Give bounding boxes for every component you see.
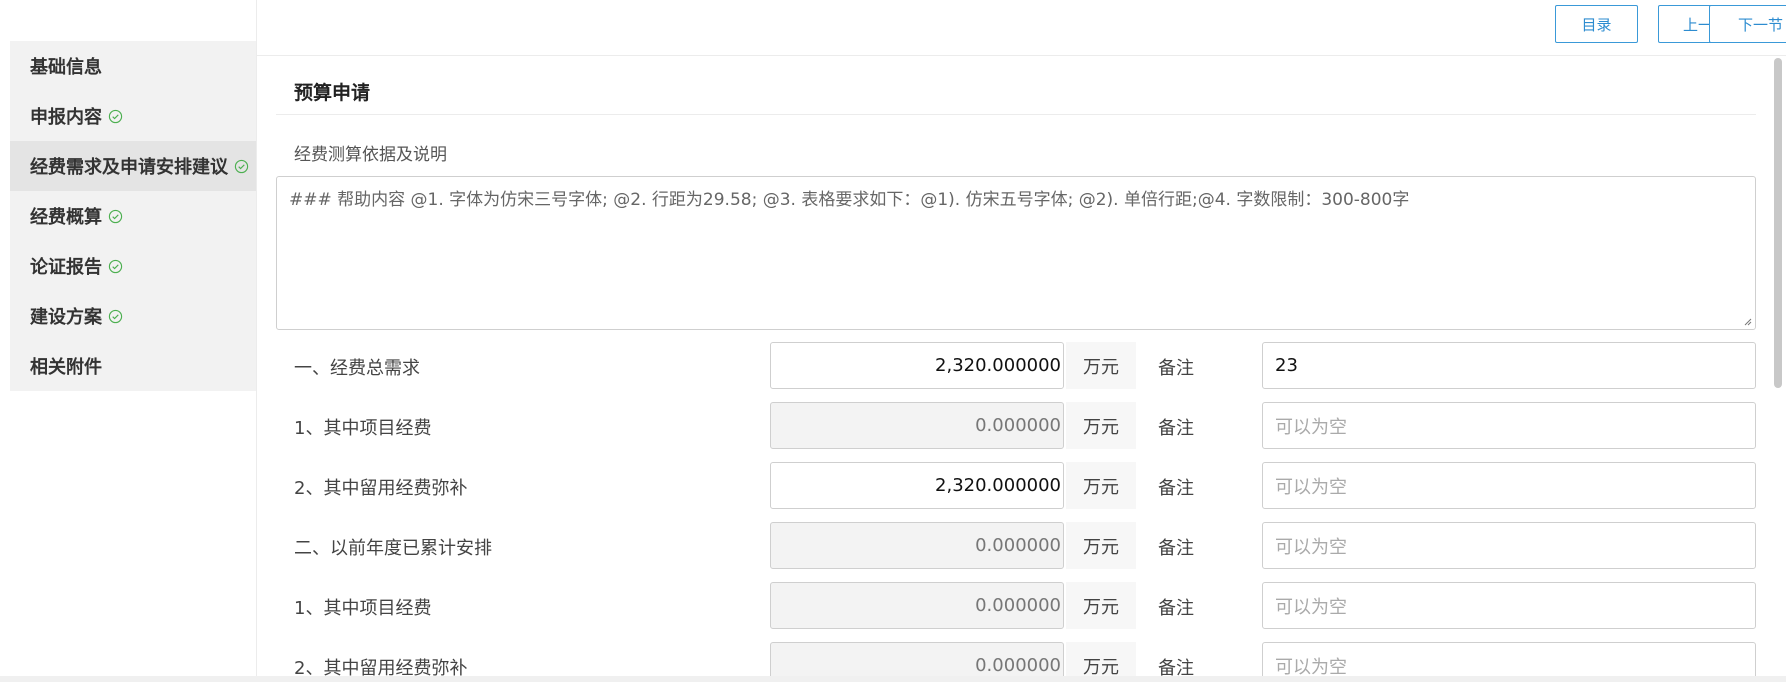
sidebar-item-label: 经费概算 [30, 207, 102, 228]
row-label: 一、经费总需求 [294, 358, 420, 379]
check-circle-icon [108, 109, 123, 123]
vertical-scrollbar[interactable] [1774, 58, 1782, 388]
sidebar-item-declaration[interactable]: 申报内容 [10, 91, 256, 141]
sidebar-item-attachments[interactable]: 相关附件 [10, 341, 256, 391]
sidebar-item-label: 建设方案 [30, 307, 102, 328]
note-input[interactable]: 23 [1262, 342, 1756, 389]
amount-input[interactable]: 2,320.000000 [770, 342, 1064, 389]
sidebar-item-label: 论证报告 [30, 257, 102, 278]
row-label: 2、其中留用经费弥补 [294, 478, 468, 499]
note-label: 备注 [1158, 358, 1194, 379]
unit-label: 万元 [1066, 522, 1136, 569]
check-circle-icon [108, 209, 123, 223]
check-circle-icon [234, 159, 249, 173]
sidebar-item-funding-needs[interactable]: 经费需求及申请安排建议 [10, 141, 256, 191]
amount-input: 0.000000 [770, 582, 1064, 629]
page-title: 预算申请 [294, 82, 371, 104]
row-label: 1、其中项目经费 [294, 418, 432, 439]
title-divider [276, 114, 1756, 115]
sidebar-item-label: 申报内容 [30, 107, 102, 128]
unit-label: 万元 [1066, 342, 1136, 389]
sidebar-divider [256, 0, 257, 682]
description-label: 经费测算依据及说明 [294, 145, 447, 165]
note-label: 备注 [1158, 538, 1194, 559]
amount-input: 0.000000 [770, 522, 1064, 569]
note-input[interactable]: 可以为空 [1262, 462, 1756, 509]
sidebar-item-budget-estimate[interactable]: 经费概算 [10, 191, 256, 241]
note-input[interactable]: 可以为空 [1262, 582, 1756, 629]
check-circle-icon [108, 259, 123, 273]
row-label: 1、其中项目经费 [294, 598, 432, 619]
note-label: 备注 [1158, 418, 1194, 439]
note-label: 备注 [1158, 478, 1194, 499]
amount-input[interactable]: 2,320.000000 [770, 462, 1064, 509]
note-input[interactable]: 可以为空 [1262, 402, 1756, 449]
row-label: 二、以前年度已累计安排 [294, 538, 492, 559]
sidebar-item-label: 相关附件 [30, 357, 102, 378]
bottom-edge [0, 676, 1786, 682]
textarea-placeholder: ### 帮助内容 @1. 字体为仿宋三号字体; @2. 行距为29.58; @3… [289, 190, 1410, 210]
note-input[interactable]: 可以为空 [1262, 522, 1756, 569]
sidebar-item-label: 基础信息 [30, 57, 102, 78]
resize-grip-icon[interactable] [1742, 316, 1752, 326]
sidebar: 基础信息 申报内容 经费需求及申请安排建议 经费概算 论证报告 建设方案 相关附… [10, 41, 256, 391]
amount-input: 0.000000 [770, 402, 1064, 449]
sidebar-item-basic-info[interactable]: 基础信息 [10, 41, 256, 91]
catalog-button[interactable]: 目录 [1555, 5, 1638, 43]
unit-label: 万元 [1066, 582, 1136, 629]
check-circle-icon [108, 309, 123, 323]
sidebar-item-label: 经费需求及申请安排建议 [30, 157, 228, 178]
sidebar-item-construction-plan[interactable]: 建设方案 [10, 291, 256, 341]
unit-label: 万元 [1066, 402, 1136, 449]
description-textarea[interactable]: ### 帮助内容 @1. 字体为仿宋三号字体; @2. 行距为29.58; @3… [276, 176, 1756, 330]
next-section-button[interactable]: 下一节 [1709, 5, 1786, 43]
unit-label: 万元 [1066, 462, 1136, 509]
note-label: 备注 [1158, 598, 1194, 619]
sidebar-item-feasibility-report[interactable]: 论证报告 [10, 241, 256, 291]
top-nav-bar: 目录 上一节 [257, 0, 1786, 56]
